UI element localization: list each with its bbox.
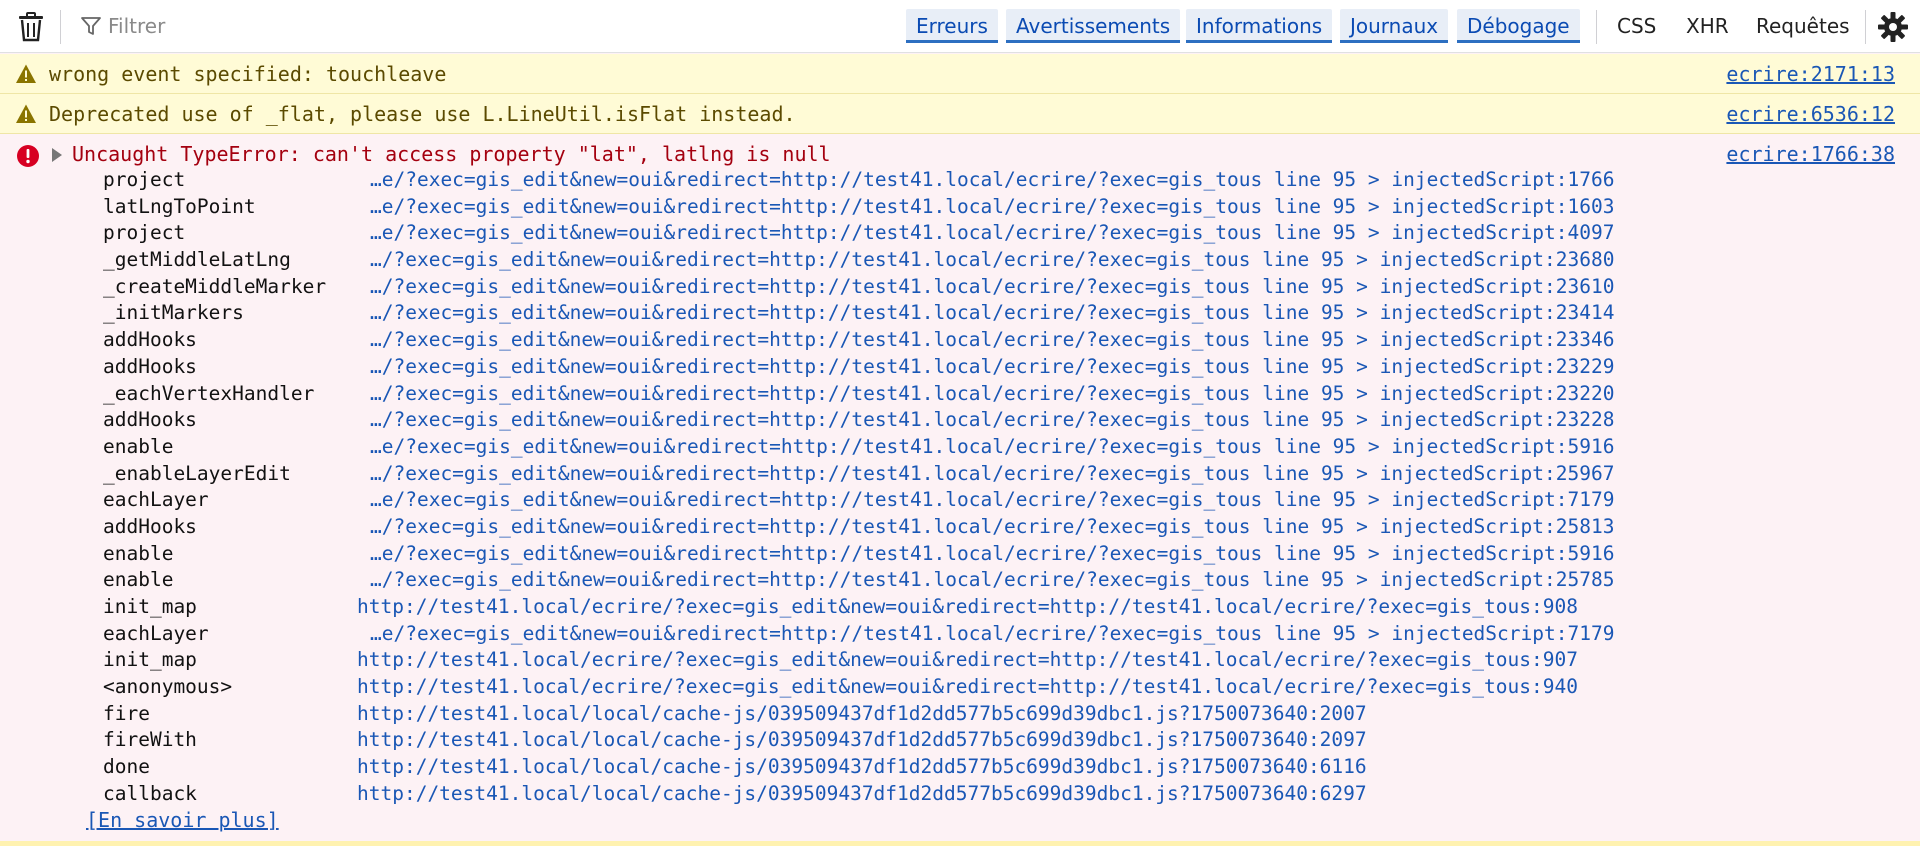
frame-function: enable (103, 434, 174, 458)
frame-source-link[interactable]: …/?exec=gis_edit&new=oui&redirect=http:/… (370, 381, 1614, 408)
trash-icon[interactable] (14, 11, 48, 43)
frame-source-link[interactable]: …e/?exec=gis_edit&new=oui&redirect=http:… (370, 541, 1614, 568)
frame-function: _enableLayerEdit (103, 461, 291, 485)
frame-source-link[interactable]: …/?exec=gis_edit&new=oui&redirect=http:/… (370, 567, 1614, 594)
learn-more-link[interactable]: [En savoir plus] (86, 808, 279, 832)
frame-function: addHooks (103, 354, 197, 378)
toolbar-divider (1596, 10, 1597, 44)
frame-source-link[interactable]: http://test41.local/local/cache-js/03950… (357, 727, 1367, 754)
frame-source-link[interactable]: http://test41.local/ecrire/?exec=gis_edi… (357, 674, 1578, 701)
frame-function: enable (103, 541, 174, 565)
frame-function: init_map (103, 595, 197, 618)
error-message: Uncaught TypeError: can't access propert… (0, 134, 1920, 841)
frame-source-link[interactable]: …e/?exec=gis_edit&new=oui&redirect=http:… (370, 621, 1614, 648)
frame-function: addHooks (103, 328, 197, 352)
gear-icon[interactable] (1876, 10, 1910, 44)
warning-icon (16, 64, 36, 83)
frame-source-link[interactable]: …/?exec=gis_edit&new=oui&redirect=http:/… (370, 327, 1614, 354)
frame-source-link[interactable]: …/?exec=gis_edit&new=oui&redirect=http:/… (370, 300, 1614, 327)
frame-function: <anonymous> (103, 675, 233, 699)
frame-function: fireWith (103, 728, 197, 752)
frame-source-link[interactable]: http://test41.local/ecrire/?exec=gis_edi… (357, 647, 1578, 674)
message-location-link[interactable]: ecrire:6536:12 (1726, 94, 1895, 134)
message-text: Deprecated use of _flat, please use L.Li… (49, 102, 796, 126)
frame-source-link[interactable]: …e/?exec=gis_edit&new=oui&redirect=http:… (370, 487, 1614, 514)
message-location-link[interactable]: ecrire:2171:13 (1726, 54, 1895, 94)
frame-function: _eachVertexHandler (103, 381, 315, 405)
warning-message: wrong event specified: touchleave ecrire… (0, 54, 1920, 94)
frame-source-link[interactable]: http://test41.local/local/cache-js/03950… (357, 781, 1367, 808)
warning-icon (16, 104, 36, 123)
tab-debug[interactable]: Débogage (1457, 9, 1580, 43)
funnel-icon (81, 17, 101, 35)
frame-source-link[interactable]: …/?exec=gis_edit&new=oui&redirect=http:/… (370, 274, 1614, 301)
frame-function: done (103, 755, 150, 779)
error-icon (17, 145, 39, 167)
console-toolbar: Erreurs Avertissements Informations Jour… (0, 0, 1920, 53)
css-filter-button[interactable]: CSS (1617, 9, 1656, 43)
error-location-link[interactable]: ecrire:1766:38 (1726, 134, 1895, 174)
tab-info[interactable]: Informations (1186, 9, 1333, 43)
frame-source-link[interactable]: …/?exec=gis_edit&new=oui&redirect=http:/… (370, 514, 1614, 541)
next-message-strip (0, 841, 1920, 846)
frame-source-link[interactable]: …e/?exec=gis_edit&new=oui&redirect=http:… (370, 220, 1614, 247)
frame-function: fire (103, 701, 150, 725)
frame-source-link[interactable]: …/?exec=gis_edit&new=oui&redirect=http:/… (370, 247, 1614, 274)
warning-message: Deprecated use of _flat, please use L.Li… (0, 94, 1920, 134)
frame-function: project (103, 168, 186, 191)
tab-warnings[interactable]: Avertissements (1006, 9, 1181, 43)
frame-source-link[interactable]: …/?exec=gis_edit&new=oui&redirect=http:/… (370, 407, 1614, 434)
frame-source-link[interactable]: http://test41.local/ecrire/?exec=gis_edi… (357, 594, 1578, 621)
frame-function: _createMiddleMarker (103, 274, 327, 298)
frame-function: enable (103, 568, 174, 592)
frame-source-link[interactable]: …/?exec=gis_edit&new=oui&redirect=http:/… (370, 461, 1614, 488)
frame-function: addHooks (103, 408, 197, 432)
frame-source-link[interactable]: http://test41.local/local/cache-js/03950… (357, 701, 1367, 728)
frame-source-link[interactable]: …e/?exec=gis_edit&new=oui&redirect=http:… (370, 434, 1614, 461)
frame-source-link[interactable]: …e/?exec=gis_edit&new=oui&redirect=http:… (370, 194, 1614, 221)
filter-input[interactable] (108, 11, 588, 41)
tab-errors[interactable]: Erreurs (906, 9, 998, 43)
toolbar-divider (1865, 10, 1866, 44)
frame-function: _initMarkers (103, 301, 244, 325)
toolbar-divider (60, 10, 61, 44)
frame-source-link[interactable]: …/?exec=gis_edit&new=oui&redirect=http:/… (370, 354, 1614, 381)
frame-function: callback (103, 781, 197, 805)
frame-source-link[interactable]: http://test41.local/local/cache-js/03950… (357, 754, 1367, 781)
message-text: wrong event specified: touchleave (49, 62, 447, 86)
requests-filter-button[interactable]: Requêtes (1756, 9, 1850, 43)
frame-function: eachLayer (103, 621, 209, 645)
frame-function: latLngToPoint (103, 194, 256, 218)
frame-function: addHooks (103, 514, 197, 538)
frame-function: project (103, 221, 186, 245)
frame-source-link[interactable]: …e/?exec=gis_edit&new=oui&redirect=http:… (370, 167, 1614, 194)
xhr-filter-button[interactable]: XHR (1686, 9, 1729, 43)
frame-function: eachLayer (103, 488, 209, 512)
frame-function: init_map (103, 648, 197, 672)
tab-logs[interactable]: Journaux (1340, 9, 1449, 43)
expand-toggle[interactable] (52, 148, 62, 162)
frame-function: _getMiddleLatLng (103, 248, 291, 272)
